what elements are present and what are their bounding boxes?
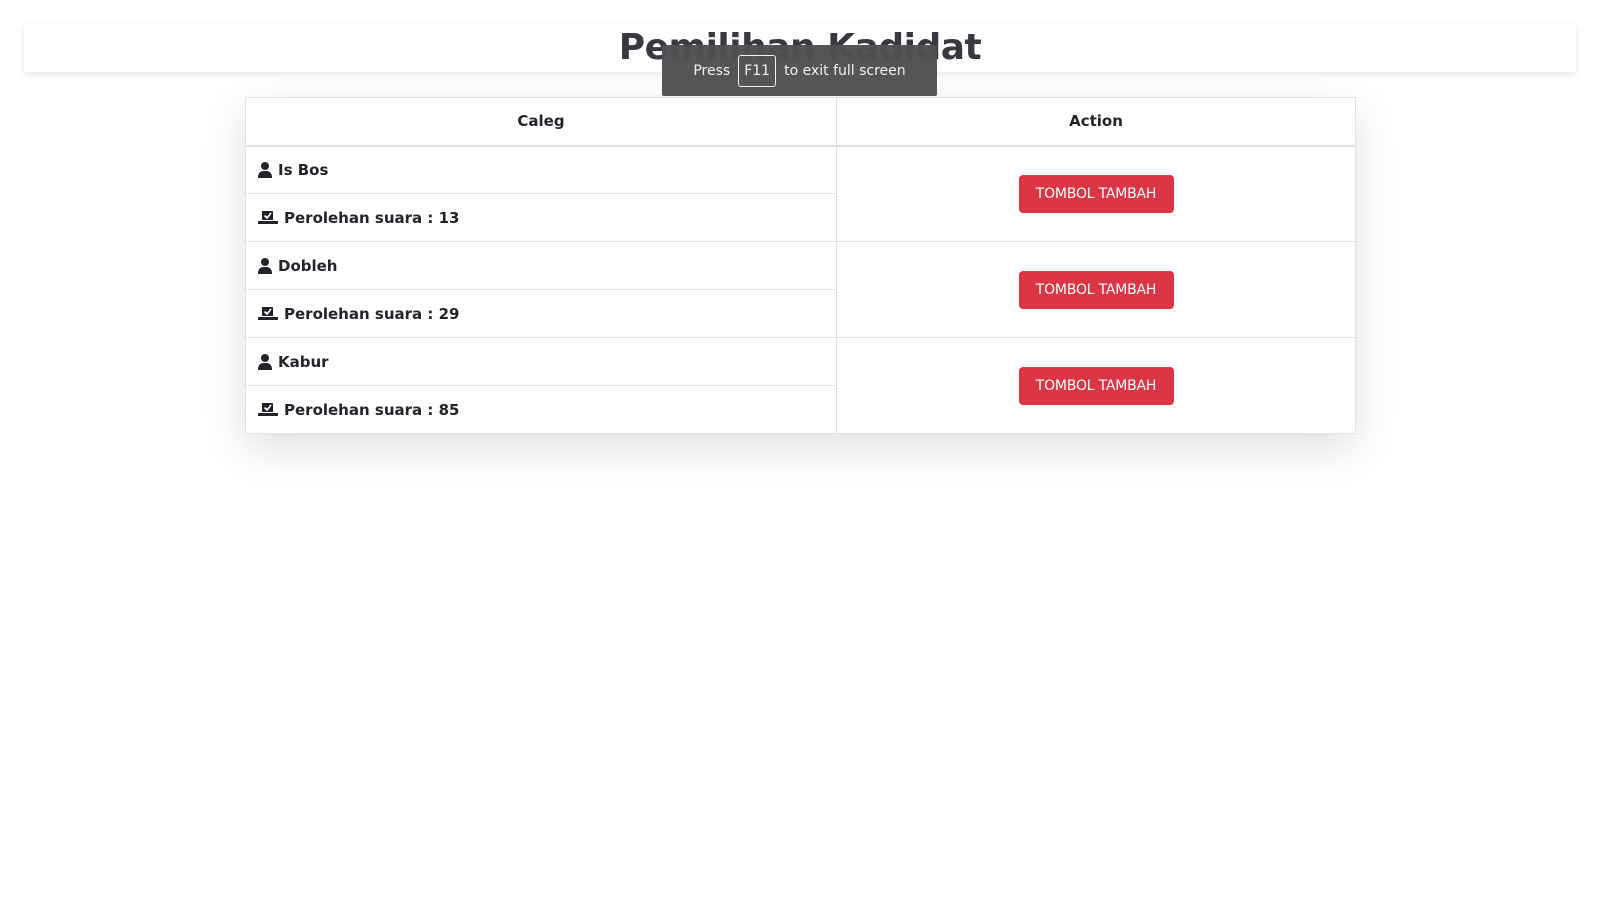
candidate-name-cell: Is Bos — [245, 145, 837, 194]
person-icon — [258, 161, 272, 178]
candidate-table: Caleg Action Is Bos TOMBOL TAMBAH Perole… — [245, 97, 1356, 434]
column-header-action: Action — [836, 97, 1356, 147]
vote-box-icon — [258, 402, 278, 417]
table-row: Is Bos TOMBOL TAMBAH — [245, 145, 1356, 242]
tambah-button[interactable]: TOMBOL TAMBAH — [1018, 174, 1174, 213]
table-row: Dobleh TOMBOL TAMBAH — [245, 241, 1356, 338]
candidate-votes-cell: Perolehan suara : 13 — [245, 193, 837, 242]
candidate-votes: Perolehan suara : 13 — [284, 208, 460, 227]
candidate-table-card: Caleg Action Is Bos TOMBOL TAMBAH Perole… — [245, 97, 1356, 434]
action-cell: TOMBOL TAMBAH — [836, 241, 1356, 338]
column-header-caleg: Caleg — [245, 97, 837, 147]
toast-press-text: Press — [693, 62, 731, 79]
candidate-name-cell: Kabur — [245, 337, 837, 386]
candidate-name: Is Bos — [278, 160, 329, 179]
toast-rest-text: to exit full screen — [784, 62, 906, 79]
candidate-name: Kabur — [278, 352, 329, 371]
vote-box-icon — [258, 306, 278, 321]
candidate-name: Dobleh — [278, 256, 338, 275]
person-icon — [258, 257, 272, 274]
table-row: Kabur TOMBOL TAMBAH — [245, 337, 1356, 434]
toast-key-f11: F11 — [738, 54, 777, 87]
vote-box-icon — [258, 210, 278, 225]
candidate-votes: Perolehan suara : 29 — [284, 304, 460, 323]
fullscreen-exit-toast: Press F11 to exit full screen — [662, 45, 937, 96]
candidate-votes-cell: Perolehan suara : 85 — [245, 385, 837, 434]
table-header-row: Caleg Action — [245, 97, 1356, 147]
tambah-button[interactable]: TOMBOL TAMBAH — [1018, 270, 1174, 309]
candidate-votes: Perolehan suara : 85 — [284, 400, 460, 419]
tambah-button[interactable]: TOMBOL TAMBAH — [1018, 366, 1174, 405]
candidate-name-cell: Dobleh — [245, 241, 837, 290]
action-cell: TOMBOL TAMBAH — [836, 337, 1356, 434]
person-icon — [258, 353, 272, 370]
candidate-votes-cell: Perolehan suara : 29 — [245, 289, 837, 338]
action-cell: TOMBOL TAMBAH — [836, 145, 1356, 242]
